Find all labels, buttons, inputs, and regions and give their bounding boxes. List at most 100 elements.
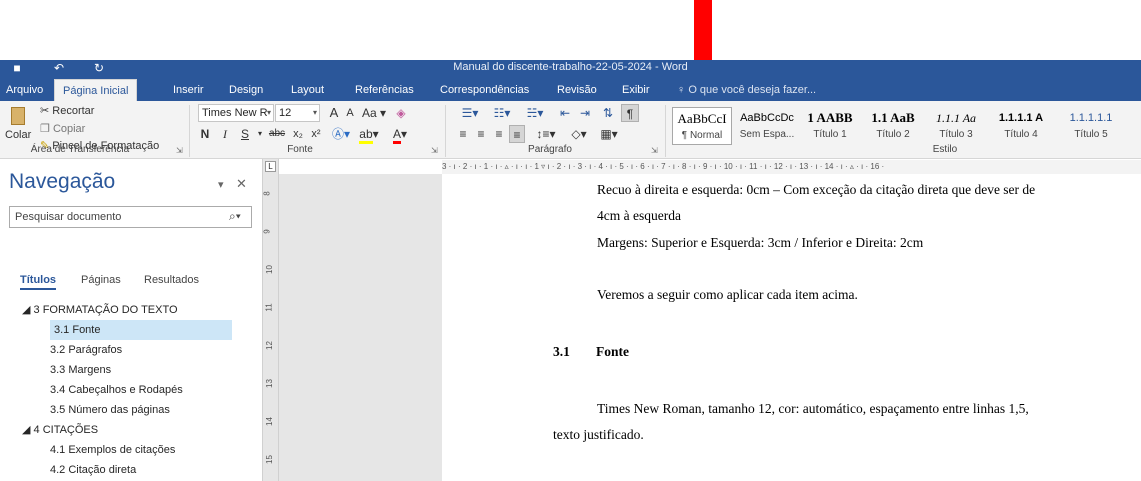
nav-tree-item[interactable]: ◢ 4 CITAÇÕES bbox=[22, 420, 98, 440]
grow-font-button[interactable]: A bbox=[327, 104, 341, 122]
tab-view[interactable]: Exibir bbox=[622, 79, 650, 101]
bold-button[interactable]: N bbox=[198, 125, 212, 143]
tab-insert[interactable]: Inserir bbox=[173, 79, 204, 101]
group-separator bbox=[445, 105, 446, 157]
font-size-dropdown[interactable]: 12 ▾ bbox=[275, 104, 320, 122]
vertical-ruler: L 8 9 10 11 12 13 14 15 bbox=[262, 159, 279, 481]
justify-icon[interactable]: ≡ bbox=[509, 125, 525, 143]
nav-tab-results[interactable]: Resultados bbox=[144, 274, 199, 286]
horizontal-ruler[interactable]: 3 · ı · 2 · ı · 1 · ı · ▵ · ı · ı · 1 ▿ … bbox=[442, 160, 1141, 174]
shading-icon[interactable]: ◇▾ bbox=[565, 125, 593, 143]
doc-line: 4cm à esquerda bbox=[597, 208, 681, 223]
scissors-icon: ✂ bbox=[40, 105, 50, 117]
chevron-down-icon[interactable]: ▾ bbox=[256, 125, 264, 143]
cut-label: Recortar bbox=[52, 105, 95, 117]
group-separator bbox=[665, 105, 666, 157]
font-name-value: Times New R bbox=[202, 107, 268, 119]
show-formatting-button[interactable]: ¶ bbox=[621, 104, 639, 122]
nav-tree-item[interactable]: ◢ 3 FORMATAÇÃO DO TEXTO bbox=[22, 300, 178, 320]
line-spacing-icon[interactable]: ↕≡▾ bbox=[532, 125, 560, 143]
borders-icon[interactable]: ▦▾ bbox=[595, 125, 623, 143]
paste-button[interactable] bbox=[6, 105, 32, 129]
style-item[interactable]: AaBbCcI ¶ Normal bbox=[672, 107, 732, 145]
style-item[interactable]: 1.1.1.1 A Título 4 bbox=[991, 107, 1051, 145]
font-size-value: 12 bbox=[279, 107, 292, 119]
nav-tree-item[interactable]: 3.5 Número das páginas bbox=[50, 400, 170, 420]
strikethrough-button[interactable]: abc bbox=[266, 125, 288, 143]
style-name: Título 3 bbox=[939, 129, 973, 140]
ruler-tick-label: 13 bbox=[264, 379, 274, 388]
align-center-icon[interactable]: ≡ bbox=[473, 125, 489, 143]
chevron-down-icon[interactable]: ▾ bbox=[218, 178, 224, 191]
tab-home[interactable]: Página Inicial bbox=[54, 79, 138, 101]
nav-tab-headings[interactable]: Títulos bbox=[20, 274, 57, 290]
paste-label[interactable]: Colar bbox=[5, 127, 31, 143]
tab-layout[interactable]: Layout bbox=[291, 79, 324, 101]
tab-design[interactable]: Design bbox=[229, 79, 263, 101]
copy-button[interactable]: ❐ Copiar bbox=[40, 121, 85, 137]
change-case-button[interactable]: Aa ▾ bbox=[360, 104, 388, 122]
text-effects-icon[interactable]: Ⓐ▾ bbox=[330, 125, 352, 143]
change-case-label: Aa bbox=[361, 106, 377, 120]
ruler-tick-label: 11 bbox=[264, 303, 274, 312]
style-name: Título 1 bbox=[813, 129, 847, 140]
nav-tree-item[interactable]: 3.3 Margens bbox=[50, 360, 111, 380]
bullets-icon[interactable]: ☰▾ bbox=[455, 104, 485, 122]
highlight-color-icon[interactable]: ab▾ bbox=[355, 125, 383, 144]
font-color-icon[interactable]: A▾ bbox=[388, 125, 412, 144]
dialog-launcher-icon[interactable]: ⇲ bbox=[431, 146, 438, 155]
tab-references[interactable]: Referências bbox=[355, 79, 414, 101]
align-right-icon[interactable]: ≡ bbox=[491, 125, 507, 143]
style-item[interactable]: 1 AABB Título 1 bbox=[800, 107, 860, 145]
sort-icon[interactable]: ⇅ bbox=[600, 104, 616, 122]
numbering-icon[interactable]: ☷▾ bbox=[487, 104, 517, 122]
align-left-icon[interactable]: ≡ bbox=[455, 125, 471, 143]
style-sample: 1.1.1.1 A bbox=[998, 112, 1044, 124]
close-icon[interactable]: ✕ bbox=[236, 176, 247, 192]
tell-me-box[interactable]: ♀ O que você deseja fazer... bbox=[677, 79, 816, 101]
search-input[interactable]: Pesquisar documento bbox=[9, 206, 252, 228]
tab-file[interactable]: Arquivo bbox=[6, 79, 43, 101]
style-sample: 1.1 AaB bbox=[871, 110, 915, 125]
tab-review[interactable]: Revisão bbox=[557, 79, 597, 101]
copy-label: Copiar bbox=[52, 123, 86, 135]
tell-me-text: O que você deseja fazer... bbox=[688, 84, 817, 96]
dialog-launcher-icon[interactable]: ⇲ bbox=[651, 146, 658, 155]
cut-button[interactable]: ✂ Recortar bbox=[40, 103, 94, 119]
increase-indent-icon[interactable]: ⇥ bbox=[576, 104, 594, 122]
styles-gallery: AaBbCcI ¶ Normal AaBbCcDc Sem Espa... 1 AABB… bbox=[669, 101, 1141, 145]
tab-mailings[interactable]: Correspondências bbox=[440, 79, 529, 101]
dialog-launcher-icon[interactable]: ⇲ bbox=[176, 146, 183, 155]
nav-tree-item[interactable]: 3.4 Cabeçalhos e Rodapés bbox=[50, 380, 183, 400]
italic-button[interactable]: I bbox=[218, 125, 232, 143]
shrink-font-button[interactable]: A bbox=[343, 104, 357, 122]
style-item[interactable]: 1.1.1.1.1 Título 5 bbox=[1061, 107, 1121, 145]
superscript-button[interactable]: x² bbox=[308, 125, 324, 143]
ruler-tick-label: 9 bbox=[262, 229, 272, 234]
style-item[interactable]: AaBbCcDc Sem Espa... bbox=[737, 107, 797, 145]
document-page[interactable]: Recuo à direita e esquerda: 0cm – Com ex… bbox=[442, 174, 1141, 481]
decrease-indent-icon[interactable]: ⇤ bbox=[556, 104, 574, 122]
style-name: Sem Espa... bbox=[739, 129, 795, 140]
ribbon-tabs: Arquivo Página Inicial Inserir Design La… bbox=[0, 79, 1141, 101]
style-item[interactable]: 1.1.1 Aa Título 3 bbox=[926, 107, 986, 145]
style-name: ¶ Normal bbox=[681, 130, 723, 141]
style-sample: AaBbCcDc bbox=[740, 112, 794, 124]
nav-tab-pages[interactable]: Páginas bbox=[81, 274, 121, 286]
underline-button[interactable]: S bbox=[238, 125, 252, 143]
style-sample: 1 AABB bbox=[807, 110, 853, 125]
style-name: Título 4 bbox=[1004, 129, 1038, 140]
subscript-button[interactable]: x₂ bbox=[290, 125, 306, 143]
style-item[interactable]: 1.1 AaB Título 2 bbox=[863, 107, 923, 145]
nav-tree-item[interactable]: 4.2 Citação direta bbox=[50, 460, 136, 480]
clear-formatting-icon[interactable]: ◈ bbox=[393, 104, 409, 122]
nav-tree-item[interactable]: 3.2 Parágrafos bbox=[50, 340, 122, 360]
font-name-dropdown[interactable]: Times New R ▾ bbox=[198, 104, 274, 122]
multilevel-list-icon[interactable]: ☵▾ bbox=[520, 104, 550, 122]
search-icon[interactable]: ⌕▾ bbox=[229, 209, 241, 224]
nav-tree-item[interactable]: 3.1 Fonte bbox=[50, 320, 232, 340]
doc-line: texto justificado. bbox=[553, 427, 644, 442]
doc-line: Veremos a seguir como aplicar cada item … bbox=[597, 287, 858, 302]
nav-tree-item[interactable]: 4.1 Exemplos de citações bbox=[50, 440, 175, 460]
styles-group-label: Estilo bbox=[932, 144, 958, 155]
